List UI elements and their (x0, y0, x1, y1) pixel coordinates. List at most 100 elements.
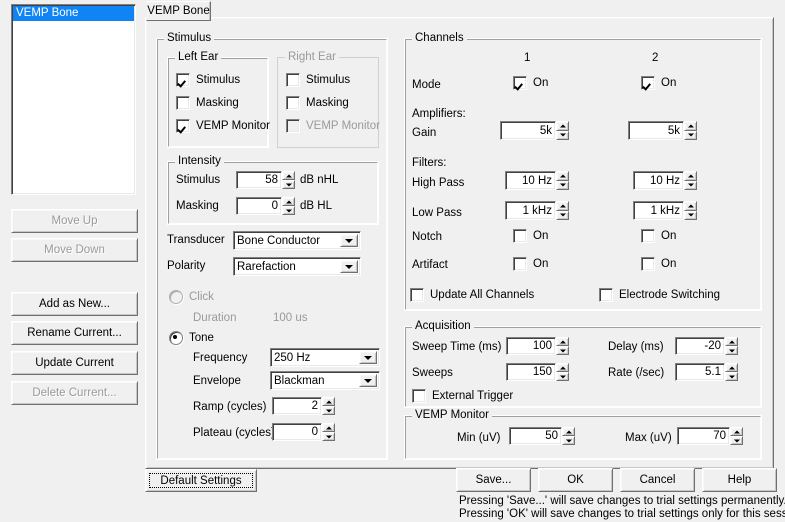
high-pass-ch1-input[interactable]: 10 Hz (505, 171, 556, 190)
chevron-down-icon[interactable] (359, 351, 377, 364)
spinner-up-icon[interactable] (684, 171, 697, 181)
rename-current-button[interactable]: Rename Current... (11, 321, 138, 345)
list-item[interactable]: VEMP Bone (13, 6, 134, 21)
rate-spinner[interactable] (725, 363, 738, 381)
spinner-up-icon[interactable] (556, 121, 569, 131)
vemp-min-input[interactable]: 50 (509, 427, 562, 445)
low-pass-ch1-input[interactable]: 1 kHz (505, 201, 556, 220)
transducer-select[interactable]: Bone Conductor (233, 231, 361, 250)
right-ear-stimulus-checkbox[interactable]: Stimulus (286, 73, 350, 87)
spinner-up-icon[interactable] (322, 423, 335, 432)
move-down-button[interactable]: Move Down (11, 238, 138, 262)
spinner-down-icon[interactable] (556, 372, 569, 381)
notch-ch2-checkbox[interactable]: On (641, 229, 676, 243)
spinner-up-icon[interactable] (556, 363, 569, 372)
frequency-select[interactable]: 250 Hz (270, 348, 380, 367)
spinner-down-icon[interactable] (282, 206, 295, 215)
mode-ch2-checkbox[interactable]: On (641, 76, 676, 90)
move-up-button[interactable]: Move Up (11, 209, 138, 233)
low-pass-ch2-spinner[interactable] (684, 201, 697, 220)
spinner-down-icon[interactable] (322, 406, 335, 415)
high-pass-ch1-spinner[interactable] (556, 171, 569, 190)
intensity-stimulus-input[interactable]: 58 (236, 171, 282, 189)
spinner-up-icon[interactable] (684, 121, 697, 131)
artifact-ch1-checkbox[interactable]: On (513, 257, 548, 271)
vemp-max-input[interactable]: 70 (677, 427, 730, 445)
trial-list[interactable]: VEMP Bone (11, 4, 136, 195)
polarity-select[interactable]: Rarefaction (233, 257, 361, 276)
spinner-up-icon[interactable] (730, 427, 743, 436)
ok-button[interactable]: OK (538, 468, 613, 492)
spinner-down-icon[interactable] (684, 210, 697, 220)
sweeps-input[interactable]: 150 (506, 363, 556, 381)
update-all-channels-checkbox[interactable]: Update All Channels (410, 288, 534, 302)
spinner-down-icon[interactable] (562, 436, 575, 445)
spinner-up-icon[interactable] (556, 337, 569, 346)
ramp-input[interactable]: 2 (272, 397, 322, 415)
high-pass-ch2-input[interactable]: 10 Hz (633, 171, 684, 190)
spinner-up-icon[interactable] (322, 397, 335, 406)
right-ear-masking-checkbox[interactable]: Masking (286, 96, 349, 110)
save-button[interactable]: Save... (456, 468, 531, 492)
spinner-down-icon[interactable] (556, 130, 569, 140)
gain-ch2-input[interactable]: 5k (628, 121, 684, 140)
spinner-up-icon[interactable] (556, 201, 569, 211)
sweeps-spinner[interactable] (556, 363, 569, 381)
spinner-down-icon[interactable] (684, 180, 697, 190)
plateau-input[interactable]: 0 (272, 423, 322, 441)
delay-spinner[interactable] (725, 337, 738, 355)
spinner-up-icon[interactable] (556, 171, 569, 181)
cancel-button[interactable]: Cancel (620, 468, 695, 492)
tone-radio[interactable]: Tone (169, 331, 214, 345)
plateau-spinner[interactable] (322, 423, 335, 441)
spinner-down-icon[interactable] (322, 432, 335, 441)
notch-ch1-checkbox[interactable]: On (513, 229, 548, 243)
gain-ch2-spinner[interactable] (684, 121, 697, 140)
artifact-ch2-checkbox[interactable]: On (641, 257, 676, 271)
click-radio[interactable]: Click (169, 290, 214, 304)
help-button[interactable]: Help (702, 468, 777, 492)
low-pass-ch2-input[interactable]: 1 kHz (633, 201, 684, 220)
spinner-up-icon[interactable] (725, 337, 738, 346)
spinner-down-icon[interactable] (556, 180, 569, 190)
vemp-min-spinner[interactable] (562, 427, 575, 445)
spinner-up-icon[interactable] (684, 201, 697, 211)
spinner-down-icon[interactable] (730, 436, 743, 445)
spinner-down-icon[interactable] (684, 130, 697, 140)
spinner-down-icon[interactable] (556, 346, 569, 355)
rate-input[interactable]: 5.1 (675, 363, 725, 381)
spinner-down-icon[interactable] (282, 180, 295, 189)
left-ear-vemp-monitor-checkbox[interactable]: VEMP Monitor (176, 119, 270, 133)
chevron-down-icon[interactable] (340, 234, 358, 247)
sweep-time-spinner[interactable] (556, 337, 569, 355)
spinner-up-icon[interactable] (725, 363, 738, 372)
delete-current-button[interactable]: Delete Current... (11, 381, 138, 405)
envelope-select[interactable]: Blackman (270, 371, 380, 390)
spinner-up-icon[interactable] (282, 171, 295, 180)
spinner-down-icon[interactable] (725, 372, 738, 381)
spinner-up-icon[interactable] (282, 197, 295, 206)
intensity-masking-input[interactable]: 0 (236, 197, 282, 215)
default-settings-button[interactable]: Default Settings (145, 469, 257, 492)
intensity-masking-spinner[interactable] (282, 197, 295, 215)
gain-ch1-spinner[interactable] (556, 121, 569, 140)
spinner-down-icon[interactable] (725, 346, 738, 355)
chevron-down-icon[interactable] (340, 260, 358, 273)
mode-ch1-checkbox[interactable]: On (513, 76, 548, 90)
high-pass-ch2-spinner[interactable] (684, 171, 697, 190)
sweep-time-input[interactable]: 100 (506, 337, 556, 355)
left-ear-stimulus-checkbox[interactable]: Stimulus (176, 73, 240, 87)
vemp-max-spinner[interactable] (730, 427, 743, 445)
low-pass-ch1-spinner[interactable] (556, 201, 569, 220)
ramp-spinner[interactable] (322, 397, 335, 415)
spinner-down-icon[interactable] (556, 210, 569, 220)
electrode-switching-checkbox[interactable]: Electrode Switching (599, 288, 720, 302)
gain-ch1-input[interactable]: 5k (500, 121, 556, 140)
chevron-down-icon[interactable] (359, 374, 377, 387)
update-current-button[interactable]: Update Current (11, 351, 138, 375)
spinner-up-icon[interactable] (562, 427, 575, 436)
external-trigger-checkbox[interactable]: External Trigger (412, 389, 513, 403)
left-ear-masking-checkbox[interactable]: Masking (176, 96, 239, 110)
add-as-new-button[interactable]: Add as New... (11, 292, 138, 316)
delay-input[interactable]: -20 (675, 337, 725, 355)
